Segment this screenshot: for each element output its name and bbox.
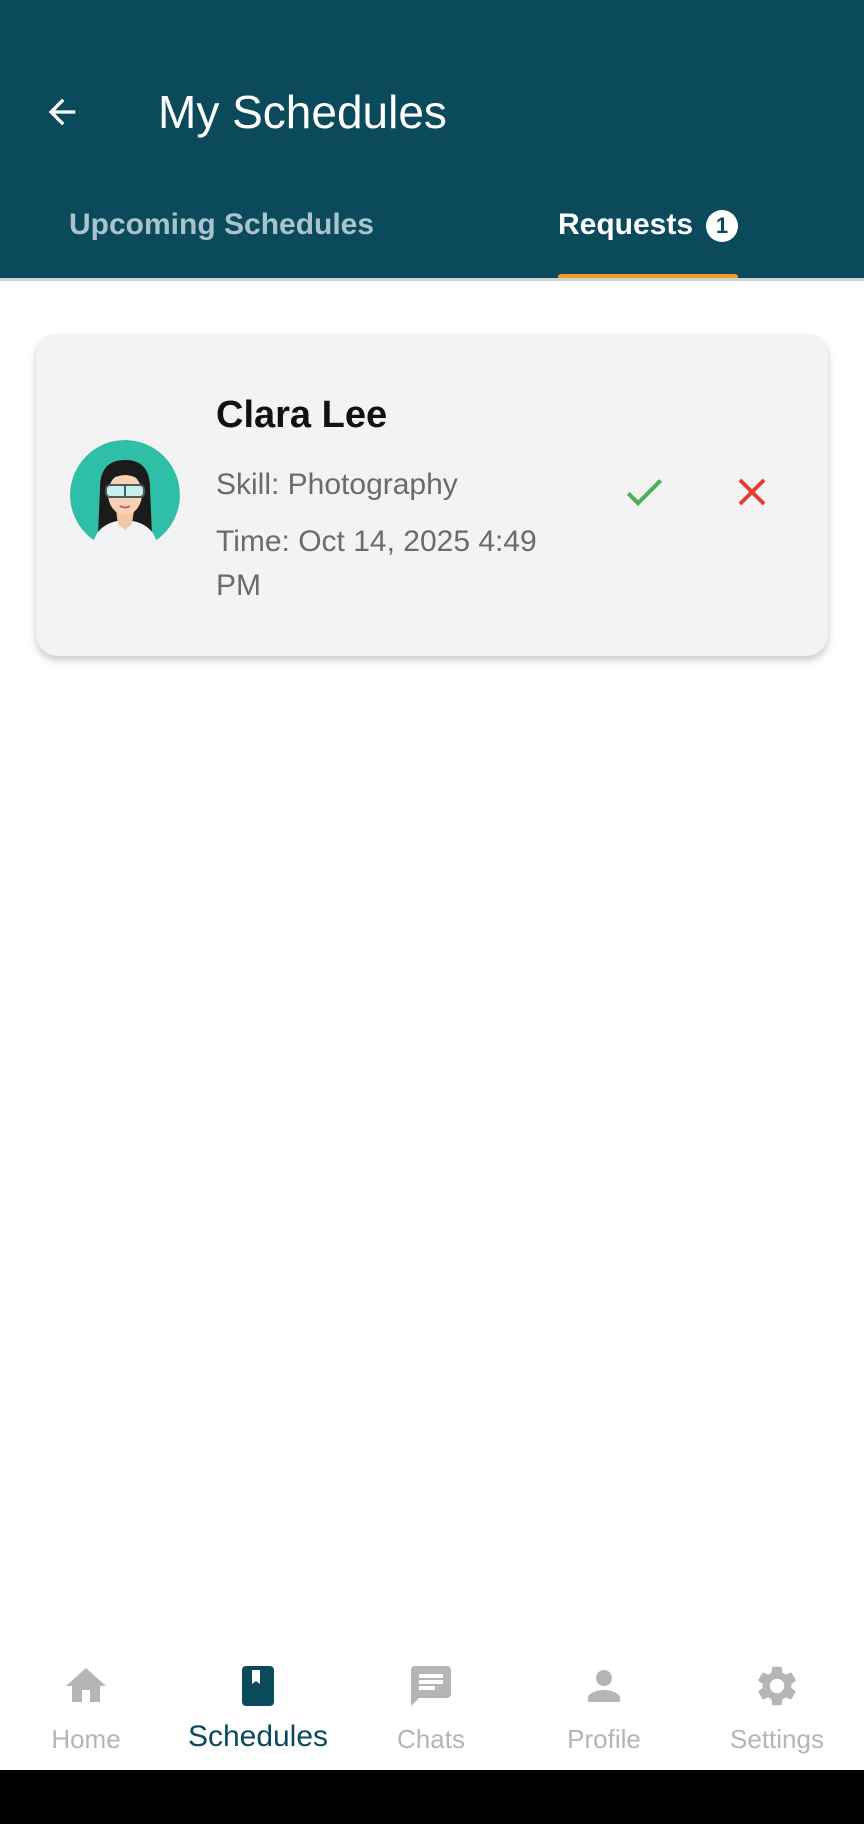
app-bar: My Schedules Upcoming Schedules Requests…	[0, 0, 864, 281]
bottom-navigation: Home Schedules Chats Profile Settings	[0, 1640, 864, 1770]
back-button[interactable]	[30, 82, 94, 146]
request-skill: Skill: Photography	[216, 468, 458, 501]
requester-name: Clara Lee	[216, 394, 388, 436]
tab-requests[interactable]: Requests 1	[432, 196, 864, 280]
request-card: Clara Lee Skill: Photography Time: Oct 1…	[36, 334, 828, 656]
accept-request-button[interactable]	[608, 458, 680, 530]
gear-icon	[751, 1660, 803, 1712]
tab-label: Upcoming Schedules	[69, 208, 375, 241]
screen: My Schedules Upcoming Schedules Requests…	[0, 0, 864, 1824]
tab-upcoming-schedules[interactable]: Upcoming Schedules	[0, 196, 432, 280]
close-icon	[729, 469, 775, 520]
nav-item-schedules[interactable]: Schedules	[172, 1640, 344, 1770]
reject-request-button[interactable]	[716, 458, 788, 530]
divider	[0, 278, 864, 281]
nav-item-profile[interactable]: Profile	[518, 1640, 690, 1770]
nav-item-settings[interactable]: Settings	[691, 1640, 863, 1770]
nav-item-chats[interactable]: Chats	[345, 1640, 517, 1770]
chat-icon	[405, 1660, 457, 1712]
request-time: Time: Oct 14, 2025 4:49 PM	[216, 525, 537, 602]
nav-item-home[interactable]: Home	[0, 1640, 172, 1770]
page-title: My Schedules	[158, 86, 447, 138]
woman-avatar-icon	[70, 440, 180, 550]
nav-label: Schedules	[187, 1720, 329, 1753]
nav-label: Chats	[397, 1724, 465, 1754]
bookmark-book-icon	[232, 1660, 284, 1712]
person-icon	[578, 1660, 630, 1712]
requests-count-badge: 1	[706, 210, 738, 242]
check-icon	[620, 468, 668, 521]
nav-label: Settings	[730, 1724, 824, 1754]
nav-label: Home	[51, 1724, 121, 1754]
system-navigation-bar	[0, 1770, 864, 1824]
tab-label: Requests	[558, 208, 694, 241]
nav-label: Profile	[567, 1724, 641, 1754]
home-icon	[60, 1660, 112, 1712]
arrow-left-icon	[42, 92, 82, 137]
